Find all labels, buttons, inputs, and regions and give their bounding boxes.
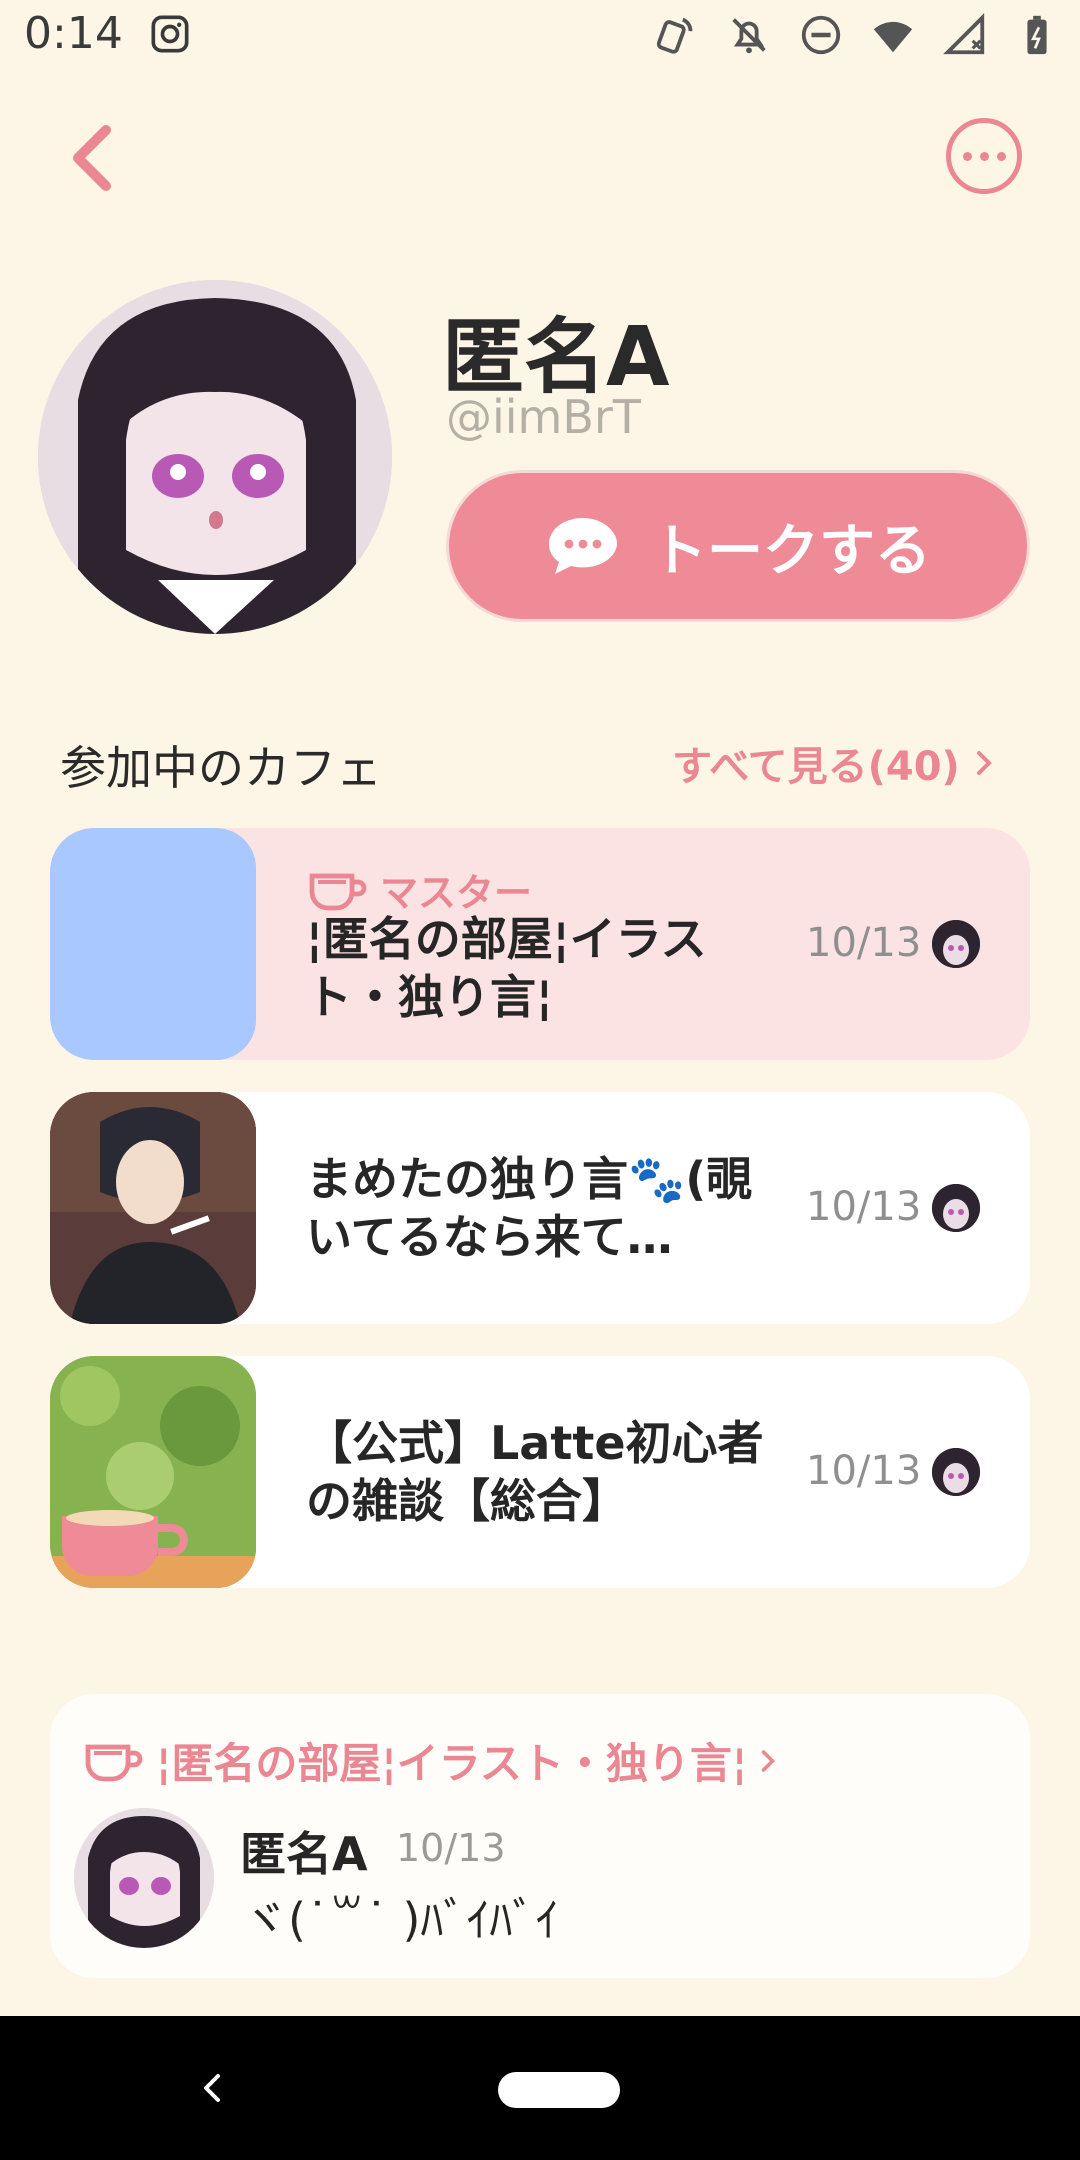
status-time: 0:14 <box>24 8 123 59</box>
profile-handle: @iimBrT <box>446 390 641 444</box>
bell-off-icon <box>732 18 766 54</box>
member-avatar <box>932 1184 980 1232</box>
chat-bubble-icon <box>549 518 617 574</box>
cafe-title: 【公式】Latte初心者の雑談【総合】 <box>306 1416 764 1528</box>
post-text: ヾ(˙꒳˙ )ﾊﾞｲﾊﾞｲ <box>242 1893 559 1947</box>
status-icons <box>654 12 1060 58</box>
cafe-item[interactable]: まめたの独り言🐾(覗いてるなら来て… 10/13 <box>50 1092 1030 1324</box>
more-options-button[interactable] <box>946 118 1022 194</box>
talk-button[interactable]: トークする <box>446 470 1030 622</box>
member-avatar <box>932 1448 980 1496</box>
cafe-date: 10/13 <box>806 920 922 966</box>
recent-post-card[interactable]: ¦匿名の部屋¦イラスト・独り言¦ 匿名A 10/13 ヾ(˙꒳˙ )ﾊﾞｲﾊﾞｲ <box>50 1694 1030 1978</box>
post-cafe-link[interactable]: ¦匿名の部屋¦イラスト・独り言¦ <box>84 1730 777 1791</box>
master-badge: マスター <box>308 862 532 917</box>
instagram-icon <box>151 15 189 53</box>
post-cafe-name: ¦匿名の部屋¦イラスト・独り言¦ <box>156 1739 748 1788</box>
more-dot <box>996 151 1006 161</box>
cafe-item[interactable]: 【公式】Latte初心者の雑談【総合】 10/13 <box>50 1356 1030 1588</box>
cafe-thumbnail <box>50 1356 256 1588</box>
nav-home-button[interactable] <box>498 2072 620 2108</box>
avatar-illustration <box>38 280 392 634</box>
dnd-icon <box>801 15 841 55</box>
cup-icon <box>85 1744 143 1781</box>
profile-avatar <box>38 280 392 634</box>
back-button[interactable] <box>62 118 122 198</box>
master-badge-label: マスター <box>380 871 533 915</box>
chevron-right-icon <box>761 1749 776 1772</box>
cafes-section-title: 参加中のカフェ <box>60 741 382 795</box>
status-bar: 0:14 <box>0 0 1080 72</box>
cafe-item[interactable]: マスター ¦匿名の部屋¦イラスト・独り言¦ 10/13 <box>50 828 1030 1060</box>
see-all-label: すべて見る(40) <box>672 744 960 790</box>
member-avatar <box>932 920 980 968</box>
signal-icon <box>943 13 985 55</box>
post-author-name: 匿名A <box>240 1827 368 1881</box>
see-all-link[interactable]: すべて見る(40) <box>672 734 994 792</box>
battery-icon <box>1027 15 1047 55</box>
nav-back-icon[interactable] <box>196 2068 226 2108</box>
post-author-avatar[interactable] <box>74 1808 214 1948</box>
cafe-thumbnail <box>50 828 256 1060</box>
cafe-title: まめたの独り言🐾(覗いてるなら来て… <box>306 1152 753 1264</box>
more-dot <box>979 151 989 161</box>
more-dot <box>962 151 972 161</box>
cafe-title: ¦匿名の部屋¦イラスト・独り言¦ <box>306 912 707 1024</box>
talk-button-label: トークする <box>651 518 931 584</box>
wifi-icon <box>873 21 913 53</box>
post-date: 10/13 <box>396 1826 506 1870</box>
chevron-right-icon <box>976 751 992 775</box>
cafe-date: 10/13 <box>806 1448 922 1494</box>
cafe-date: 10/13 <box>806 1184 922 1230</box>
cafe-thumbnail <box>50 1092 256 1324</box>
cup-icon <box>309 873 367 910</box>
nfc-icon <box>656 17 693 54</box>
